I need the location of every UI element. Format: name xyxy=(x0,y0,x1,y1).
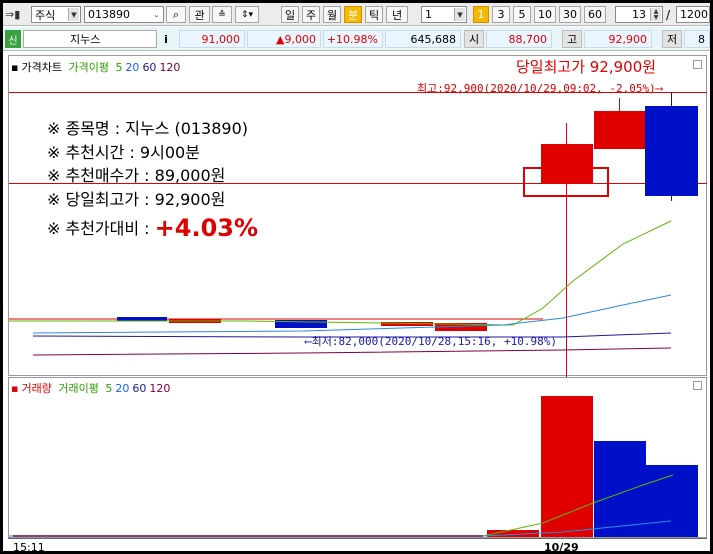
candle xyxy=(541,144,593,184)
pane-marker-icon: ▪ xyxy=(11,382,19,395)
time-axis-start: 15:11 xyxy=(13,541,45,551)
ma-legend-label: 가격이평 xyxy=(68,61,109,74)
time-axis-date: 10/29 xyxy=(544,541,579,551)
volume-ma120-legend: 120 xyxy=(149,382,171,395)
price-pane-title: ▪ 가격차트 가격이평 5 20 60 120 xyxy=(11,59,183,75)
volume-pane-title: ▪ 거래량 거래이평 5 20 60 120 xyxy=(11,380,173,396)
volume-bar xyxy=(541,396,593,537)
price-pane-label: 가격차트 xyxy=(21,61,62,74)
volume-ma20-legend: 20 xyxy=(115,382,130,395)
pane-close-button[interactable] xyxy=(693,60,702,69)
info-stock-name: ※ 종목명 : 지누스 (013890) xyxy=(47,119,249,138)
pane-marker-icon: ▪ xyxy=(11,61,19,74)
ma120-line xyxy=(32,347,672,356)
daily-high-title: 당일최고가 92,900원 xyxy=(516,58,657,76)
ma5-legend: 5 xyxy=(115,61,123,74)
info-rec-price: ※ 추천매수가 : 89,000원 xyxy=(47,166,226,185)
volume-pane-label: 거래량 xyxy=(21,382,52,395)
volume-bar xyxy=(594,441,646,537)
low-annotation: ⟵최저:82,000(2020/10/28,15:16, +10.98%) xyxy=(305,335,558,348)
info-daily-high: ※ 당일최고가 : 92,900원 xyxy=(47,189,226,209)
info-return: ※ 추천가대비 : +4.03% xyxy=(47,214,259,242)
volume-ma60-legend: 60 xyxy=(132,382,147,395)
chart-window: ⇒▮ 주식 ▼ 013890 ⌄ ⌕ 관 ≙ ⇕▾ 일 주 월 분 틱 년 1 … xyxy=(3,3,710,551)
info-return-value: +4.03% xyxy=(154,214,259,242)
ma20-legend: 20 xyxy=(125,61,140,74)
ma20-line xyxy=(32,294,672,334)
high-annotation: 최고:92,900(2020/10/29,09:02, -2.05%)⟶ xyxy=(417,82,663,95)
info-rec-time: ※ 추천시간 : 9시00분 xyxy=(47,142,200,162)
pane-close-button[interactable] xyxy=(693,381,702,390)
candle xyxy=(594,111,646,149)
ma120-legend: 120 xyxy=(159,61,181,74)
volume-ma-legend-label: 거래이평 xyxy=(58,382,99,395)
candle xyxy=(117,317,167,321)
info-return-label: ※ 추천가대비 : xyxy=(47,219,150,238)
ma60-legend: 60 xyxy=(142,61,157,74)
candle xyxy=(645,106,698,196)
recommendation-info: ※ 종목명 : 지누스 (013890) ※ 추천시간 : 9시00분 ※ 추천… xyxy=(47,117,258,241)
volume-ma5-legend: 5 xyxy=(105,382,113,395)
